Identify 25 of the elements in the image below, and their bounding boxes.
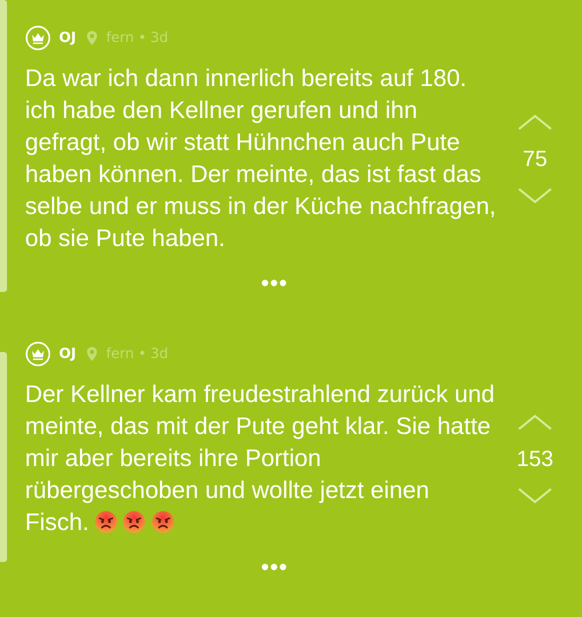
crown-icon [25,341,51,367]
post-text: Der Kellner kam freudestrahlend zurück und meinte, das mit der Pute geht klar. Sie hatte mir aber bereits ihre Portion rübergeschoben und wollte jetzt einen Fisch. [25,380,496,538]
vote-count: 153 [516,446,554,472]
angry-face-icon [94,510,118,534]
upvote-icon[interactable] [517,113,553,132]
location-label: fern [106,346,134,362]
upvote-icon[interactable] [517,413,553,432]
location-pin-icon [86,346,98,362]
downvote-icon[interactable] [517,186,553,205]
author-name: OJ [59,30,76,46]
post-age: 3d [150,30,168,46]
angry-face-icon [151,510,176,534]
more-options-icon[interactable] [260,279,286,287]
author-name: OJ [59,346,76,362]
angry-face-icon [122,510,146,534]
crown-icon [25,25,51,51]
location-label: fern [106,30,134,46]
location-pin-icon [86,30,98,46]
post-text: Da war ich dann innerlich bereits auf 180. ich habe den Kellner gerufen und ihn gefragt, ob wir statt Hühnchen auch Pute haben können. Der meinte, das ist fast das selbe und er muss in der Küche nachfragen, ob sie Pute haben. [25,64,497,254]
more-options-icon[interactable] [260,563,286,571]
vote-count: 75 [522,146,548,172]
separator-dot: • [138,30,146,46]
post-age: 3d [150,346,168,362]
separator-dot: • [138,346,146,362]
downvote-icon[interactable] [517,486,553,505]
